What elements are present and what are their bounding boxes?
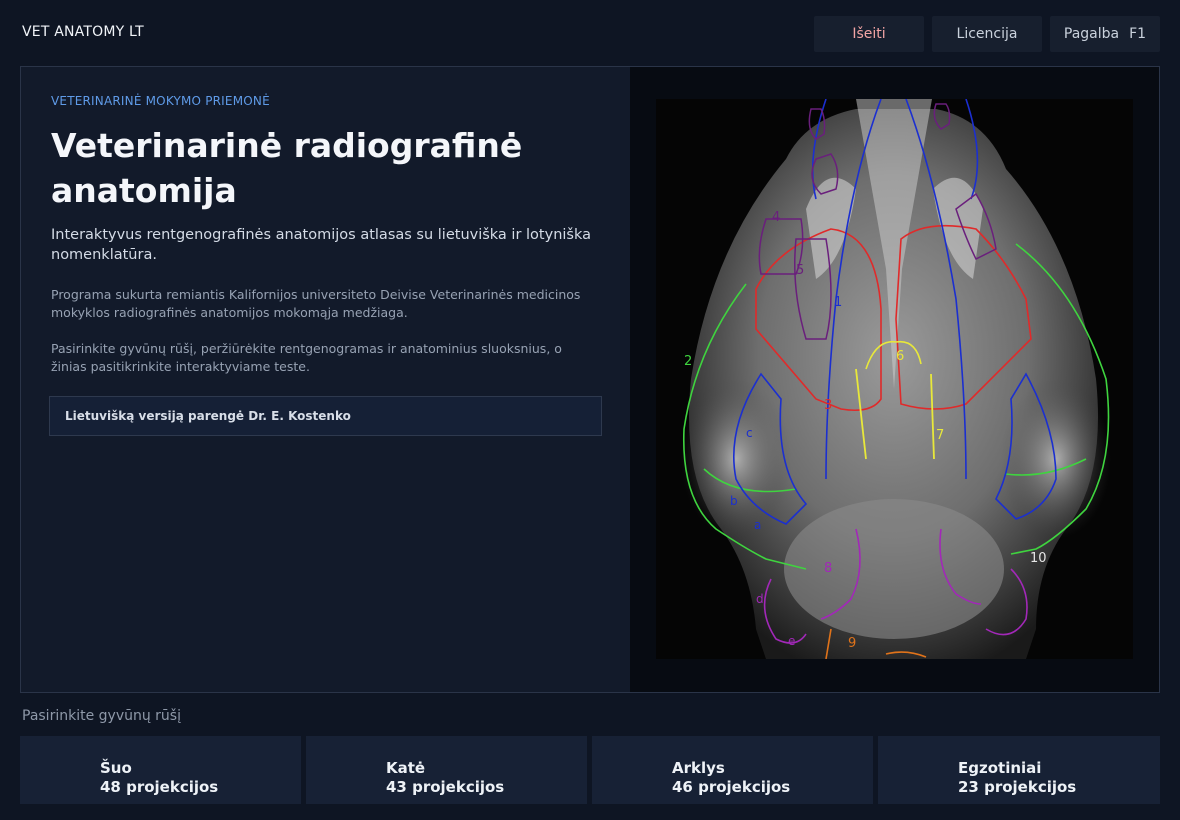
page-title: Veterinarinė radiografinė anatomija: [51, 126, 523, 210]
label-b: b: [730, 494, 738, 508]
description-paragraph: Programa sukurta remiantis Kalifornijos …: [51, 287, 581, 320]
species-card-dog[interactable]: Šuo 48 projekcijos: [20, 736, 301, 804]
label-6: 6: [896, 349, 904, 364]
left-zygomatic-glow: [681, 379, 791, 539]
label-5: 5: [796, 263, 804, 278]
exit-button-label: Išeiti: [852, 26, 886, 42]
lead-text: Interaktyvus rentgenografinės anatomijos…: [51, 227, 591, 263]
label-10: 10: [1030, 551, 1047, 566]
intro-text-area: VETERINARINĖ MOKYMO PRIEMONĖ Veterinarin…: [21, 67, 630, 692]
instructions-paragraph: Pasirinkite gyvūnų rūšį, peržiūrėkite re…: [51, 341, 562, 374]
species-card-cat[interactable]: Katė 43 projekcijos: [306, 736, 587, 804]
species-name: Šuo: [100, 758, 132, 777]
species-count: 46 projekcijos: [672, 777, 791, 796]
label-3: 3: [824, 398, 832, 413]
label-4: 4: [772, 210, 780, 225]
label-8: 8: [824, 561, 832, 576]
label-c: c: [746, 426, 753, 440]
label-2: 2: [684, 354, 692, 369]
cranium-glow: [784, 499, 1004, 639]
credit-box: Lietuvišką versiją parengė Dr. E. Kosten…: [49, 396, 602, 436]
species-count: 43 projekcijos: [386, 777, 505, 796]
help-button[interactable]: Pagalba F1: [1050, 16, 1160, 52]
exit-button[interactable]: Išeiti: [814, 16, 924, 52]
species-count: 48 projekcijos: [100, 777, 219, 796]
label-1: 1: [834, 295, 842, 310]
xray-image: 1 2 3 4 5 6 7 8 9 10 a b c d e: [656, 99, 1133, 659]
license-button-label: Licencija: [956, 26, 1018, 42]
intro-panel: VETERINARINĖ MOKYMO PRIEMONĖ Veterinarin…: [20, 66, 1160, 693]
species-count: 23 projekcijos: [958, 777, 1077, 796]
help-button-label: Pagalba: [1063, 26, 1120, 42]
species-name: Katė: [386, 758, 426, 777]
app-title: VET ANATOMY LT: [22, 24, 144, 40]
label-e: e: [788, 634, 795, 648]
label-d: d: [756, 592, 764, 606]
species-card-horse[interactable]: Arklys 46 projekcijos: [592, 736, 873, 804]
species-section-label: Pasirinkite gyvūnų rūšį: [22, 708, 181, 724]
label-9: 9: [848, 636, 856, 651]
species-name: Arklys: [672, 758, 725, 777]
label-7: 7: [936, 428, 944, 443]
help-shortcut-key: F1: [1129, 26, 1147, 42]
xray-preview-area: 1 2 3 4 5 6 7 8 9 10 a b c d e: [630, 67, 1159, 692]
eyebrow-label: VETERINARINĖ MOKYMO PRIEMONĖ: [51, 94, 270, 108]
label-a: a: [754, 518, 761, 532]
license-button[interactable]: Licencija: [932, 16, 1042, 52]
species-card-exotic[interactable]: Egzotiniai 23 projekcijos: [878, 736, 1160, 804]
right-zygomatic-glow: [1001, 379, 1111, 539]
species-name: Egzotiniai: [958, 758, 1042, 777]
